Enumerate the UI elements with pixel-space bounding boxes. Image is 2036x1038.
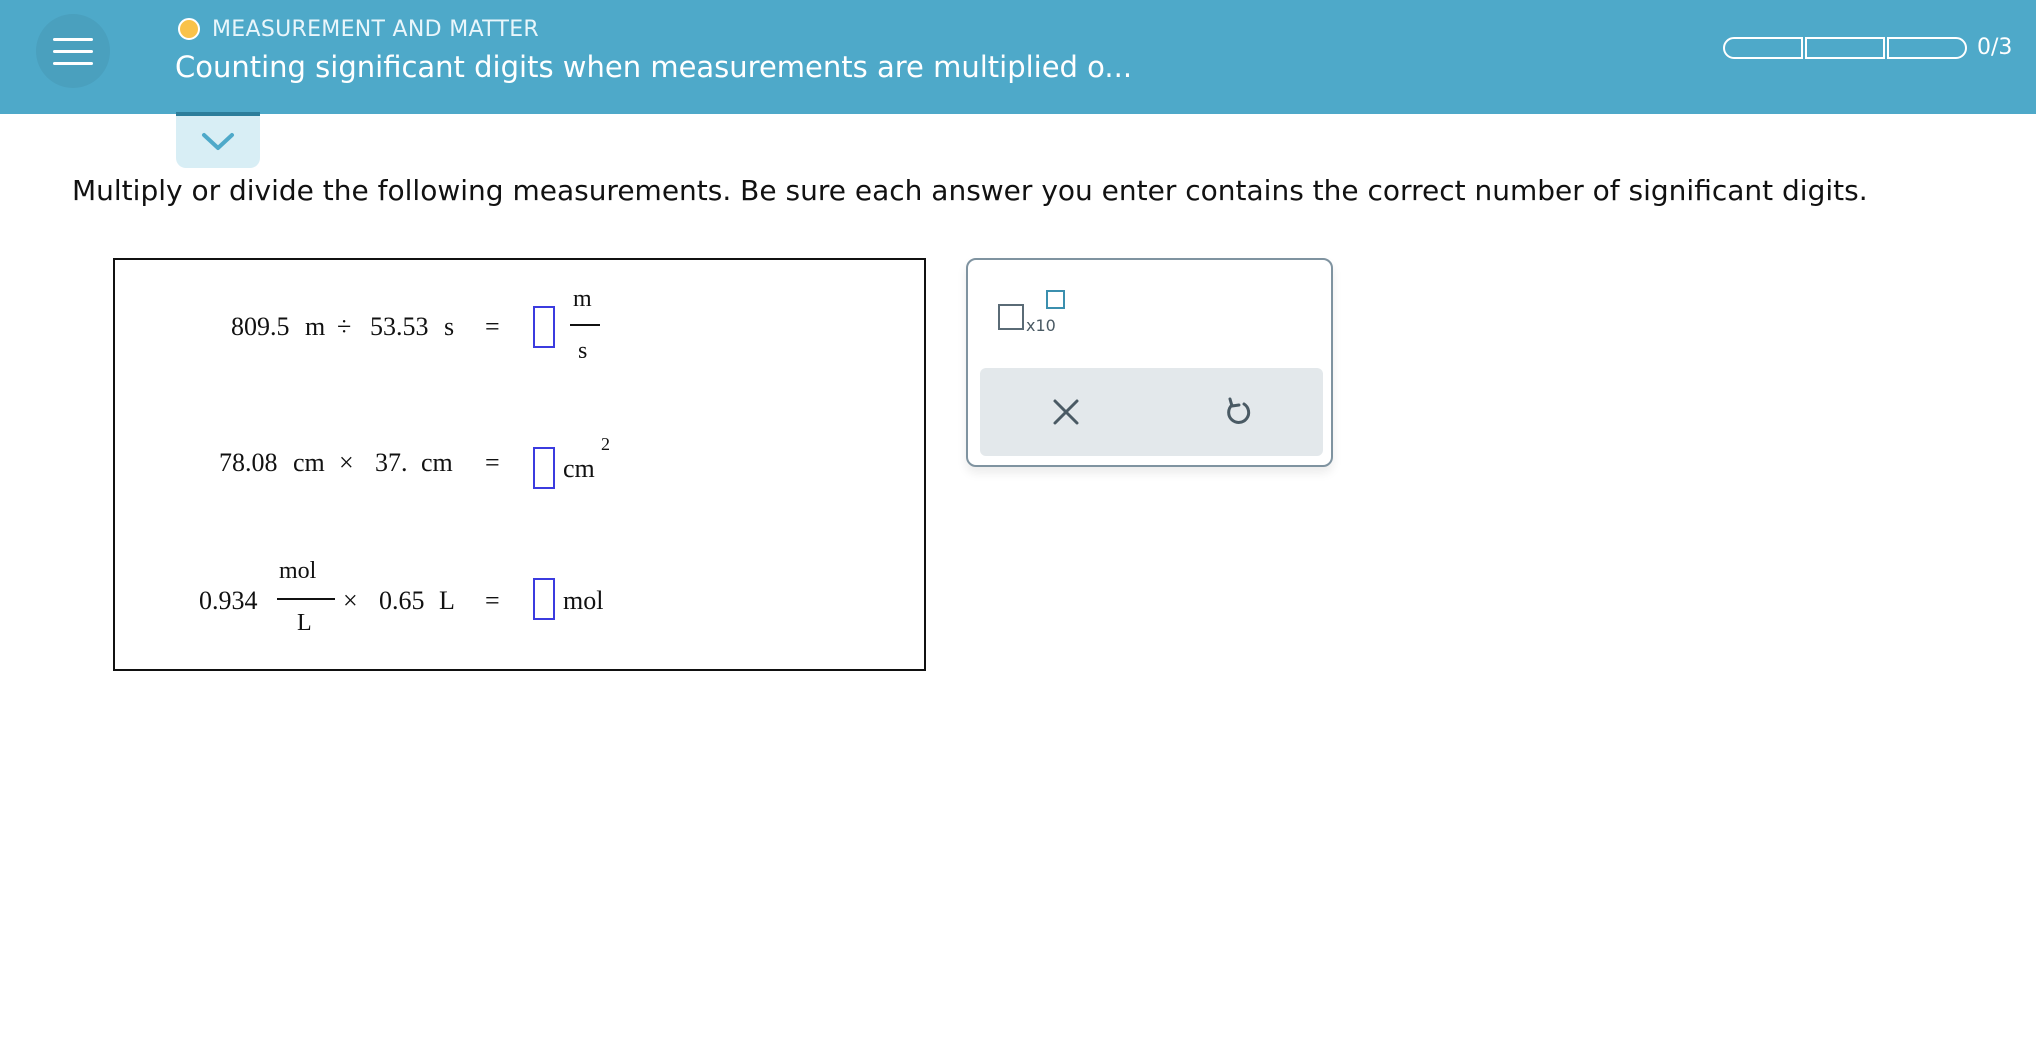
topic-row: MEASUREMENT AND MATTER [178, 14, 539, 44]
p3-unit2: L [439, 586, 455, 615]
p3-unit1-numerator: mol [279, 558, 317, 584]
p1-value1: 809.5 [231, 312, 290, 341]
clear-icon [1053, 399, 1079, 425]
top-bar: MEASUREMENT AND MATTER Counting signific… [0, 0, 2036, 114]
p2-unit1: cm [293, 448, 325, 477]
clear-button[interactable] [1046, 392, 1086, 432]
p2-answer-unit: cm [563, 454, 595, 483]
p1-fraction-bar [570, 324, 600, 326]
progress-count: 0/3 [1977, 35, 2013, 60]
exponent-box-icon [1046, 290, 1065, 309]
action-bar [980, 368, 1323, 456]
p1-value2: 53.53 [370, 312, 429, 341]
p3-equals: = [485, 586, 500, 615]
scientific-notation-icon [998, 304, 1024, 330]
p3-unit1-denominator: L [297, 610, 312, 636]
instructions-text: Multiply or divide the following measure… [72, 174, 1868, 207]
p1-operator: ÷ [337, 312, 352, 341]
math-tool-panel: x10 [966, 258, 1333, 467]
collapse-toggle-button[interactable] [176, 112, 260, 168]
p2-operator: × [339, 448, 354, 477]
progress-segment [1723, 36, 1803, 59]
p2-answer-input[interactable] [533, 447, 555, 489]
p3-answer-input[interactable] [533, 578, 555, 620]
progress-segment [1805, 36, 1885, 59]
undo-button[interactable] [1218, 392, 1258, 432]
progress-segment [1887, 36, 1967, 59]
p3-value2: 0.65 [379, 586, 425, 615]
x10-label: x10 [1026, 316, 1056, 335]
problem-panel: 809.5 m ÷ 53.53 s = m s 78.08 cm × 37. c… [113, 258, 926, 671]
p2-value2: 37. [375, 448, 408, 477]
lesson-title: Counting significant digits when measure… [175, 50, 1133, 84]
hamburger-icon [53, 37, 93, 41]
p1-answer-input[interactable] [533, 306, 555, 348]
menu-button[interactable] [36, 14, 110, 88]
p2-unit2: cm [421, 448, 453, 477]
scientific-notation-button[interactable]: x10 [998, 290, 1074, 340]
p1-answer-unit-numerator: m [573, 286, 592, 312]
progress-indicator: 0/3 [1723, 35, 2012, 60]
p2-equals: = [485, 448, 500, 477]
p1-unit1: m [305, 312, 326, 341]
p3-answer-unit: mol [563, 586, 604, 615]
topic-label: MEASUREMENT AND MATTER [212, 16, 539, 42]
chevron-down-icon [202, 133, 234, 150]
p1-answer-unit-denominator: s [578, 338, 588, 364]
undo-icon [1227, 397, 1251, 424]
p2-answer-exponent: 2 [601, 434, 610, 454]
p1-equals: = [485, 312, 500, 341]
p3-operator: × [343, 586, 358, 615]
p1-unit2: s [444, 312, 455, 341]
p2-value1: 78.08 [219, 448, 278, 477]
status-dot-icon [178, 18, 200, 40]
p3-fraction-bar [277, 598, 335, 600]
p3-value1: 0.934 [199, 586, 258, 615]
